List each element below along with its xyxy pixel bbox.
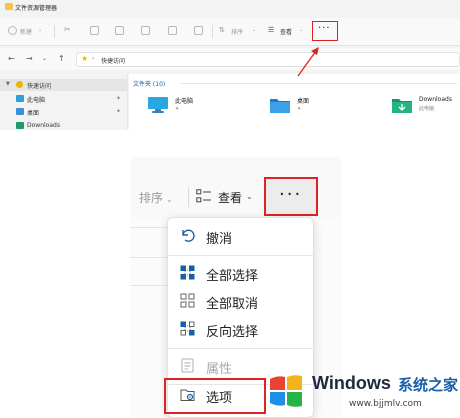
computer-icon [16, 95, 24, 102]
folder-item-this-pc[interactable]: 此电脑 ✦ [147, 94, 257, 128]
desktop-folder-icon [270, 99, 290, 113]
sidebar-item-label: Downloads [27, 122, 60, 129]
menu-item-select-none[interactable]: 全部取消 [172, 288, 311, 313]
new-button[interactable]: 新建 [20, 27, 32, 36]
sort-button[interactable]: 排序 [231, 27, 243, 36]
cut-icon[interactable]: ✂ [64, 25, 71, 34]
sidebar-item-label: 此电脑 [27, 97, 46, 104]
folder-item-downloads[interactable]: Downloads 此电脑 [391, 94, 459, 128]
sidebar-item-desktop[interactable]: 桌面 ✦ [0, 106, 128, 118]
sidebar-item-quick-access[interactable]: ▼ 快速访问 [0, 79, 128, 91]
back-icon[interactable]: ← [8, 54, 15, 63]
chevron-down-icon: ⌄ [252, 27, 257, 33]
folder-icon [5, 3, 13, 10]
folder-location: 此电脑 [419, 106, 435, 112]
highlight-box [164, 378, 266, 414]
menu-separator [168, 348, 315, 349]
explorer-window: 文件资源管理器 新建 ⌄ ✂ ⇅ 排序 ⌄ ☰ 查看 ⌄ ··· ← → ⌄ ↑… [0, 0, 460, 130]
view-icon: ☰ [268, 26, 275, 34]
download-icon [16, 122, 24, 129]
forward-icon[interactable]: → [26, 54, 33, 63]
menu-separator [168, 255, 315, 256]
divider [212, 25, 213, 38]
undo-icon [182, 229, 195, 242]
star-icon [16, 81, 23, 88]
more-options-button[interactable]: ··· [264, 177, 318, 216]
menu-item-invert-selection[interactable]: 反向选择 [172, 316, 311, 341]
sidebar-item-this-pc[interactable]: 此电脑 ✦ [0, 93, 128, 105]
sidebar-item-label: 快速访问 [27, 83, 52, 90]
rename-icon[interactable] [141, 26, 150, 35]
menu-item-label: 全部选择 [206, 269, 259, 284]
content-pane: 文件夹 (10) 此电脑 ✦ 桌面 ✦ Downloads 此电脑 [129, 74, 460, 130]
windows-logo-icon [270, 375, 302, 407]
watermark-site-name: 系统之家 [398, 376, 459, 394]
new-icon [8, 26, 17, 35]
view-label: 查看 [218, 191, 243, 205]
menu-item-undo[interactable]: 撤消 [172, 223, 311, 248]
address-field[interactable]: ★ › 快捷访问 [76, 52, 460, 67]
command-bar: 新建 ⌄ ✂ ⇅ 排序 ⌄ ☰ 查看 ⌄ [0, 18, 460, 46]
pin-icon: ✦ [116, 95, 122, 102]
more-options-button[interactable]: ··· [312, 21, 338, 41]
desktop-icon [16, 108, 24, 115]
select-all-icon [180, 265, 195, 280]
address-path: 快捷访问 [101, 58, 126, 65]
folder-name: 此电脑 [175, 98, 194, 105]
chevron-down-icon: ⌄ [166, 195, 173, 204]
menu-item-select-all[interactable]: 全部选择 [172, 260, 311, 285]
divider [54, 25, 55, 38]
folder-item-desktop[interactable]: 桌面 ✦ [269, 94, 379, 128]
chevron-down-icon[interactable]: ⌄ [42, 55, 47, 62]
pin-icon: ✦ [116, 108, 122, 115]
select-none-icon [180, 293, 195, 308]
menu-item-label: 撤消 [206, 232, 233, 247]
sort-label: 排序 [139, 191, 164, 205]
sort-button[interactable]: 排序 ⌄ [139, 189, 173, 206]
watermark: Windows 系统之家 www.bjjmlv.com [256, 366, 460, 418]
window-title: 文件资源管理器 [15, 5, 58, 12]
menu-item-label: 全部取消 [206, 297, 259, 312]
sidebar-item-downloads[interactable]: Downloads [0, 120, 128, 130]
more-icon: ··· [318, 23, 331, 34]
sort-icon: ⇅ [219, 26, 225, 34]
computer-icon [148, 97, 168, 113]
sidebar-item-label: 桌面 [27, 110, 40, 117]
pin-icon: ✦ [297, 106, 302, 112]
properties-icon [181, 358, 194, 373]
download-folder-icon [392, 99, 412, 113]
paste-icon[interactable] [115, 26, 124, 35]
folder-name: Downloads [419, 96, 452, 103]
menu-item-label: 属性 [206, 362, 233, 377]
title-bar: 文件资源管理器 [0, 0, 460, 14]
copy-icon[interactable] [90, 26, 99, 35]
up-icon[interactable]: ↑ [58, 54, 65, 63]
invert-selection-icon [180, 321, 195, 336]
pin-icon: ✦ [175, 106, 180, 112]
more-icon: ··· [279, 184, 303, 205]
view-icon [196, 189, 211, 203]
share-icon[interactable] [168, 26, 177, 35]
chevron-down-icon: ⌄ [299, 27, 304, 33]
watermark-url: www.bjjmlv.com [349, 399, 422, 409]
view-button[interactable]: 查看 ⌄ [196, 186, 266, 208]
divider [188, 187, 189, 207]
folder-name: 桌面 [297, 98, 310, 105]
view-button[interactable]: 查看 [280, 27, 292, 36]
menu-item-label: 反向选择 [206, 325, 259, 340]
chevron-down-icon[interactable]: ▼ [6, 81, 10, 87]
group-header[interactable]: 文件夹 (10) [133, 79, 165, 88]
star-icon: ★ [81, 54, 89, 63]
chevron-right-icon: › [92, 55, 95, 62]
chevron-down-icon: ⌄ [246, 192, 253, 201]
watermark-brand: Windows [312, 373, 391, 393]
navigation-pane: ▼ 快速访问 此电脑 ✦ 桌面 ✦ Downloads [0, 74, 128, 130]
delete-icon[interactable] [194, 26, 203, 35]
chevron-down-icon: ⌄ [38, 27, 43, 33]
divider [181, 83, 457, 84]
